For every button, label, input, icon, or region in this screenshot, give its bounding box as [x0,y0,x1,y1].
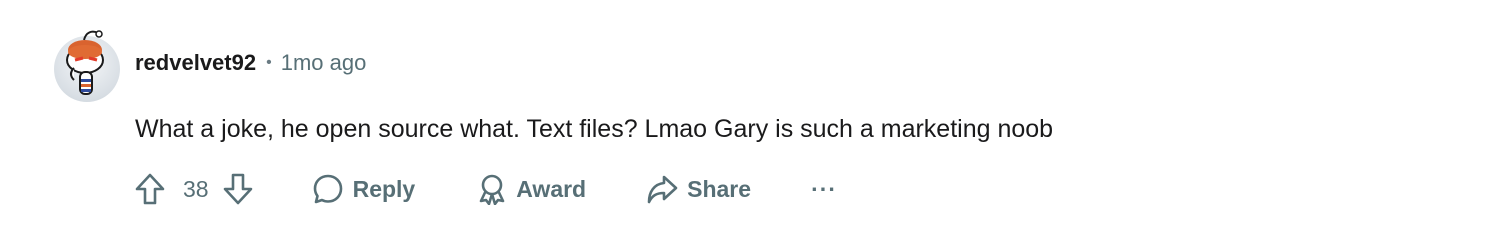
username[interactable]: redvelvet92 [135,49,256,77]
timestamp[interactable]: 1mo ago [281,49,367,77]
meta-separator: • [266,54,272,71]
arrow-up-icon[interactable] [134,172,166,206]
speech-bubble-icon [312,173,344,205]
reply-label: Reply [352,175,416,202]
comment-actions: 38 Reply Award Share ··· [134,168,845,210]
share-arrow-icon [646,173,678,205]
arrow-down-icon[interactable] [222,172,254,206]
snoo-avatar-icon [66,30,104,95]
ribbon-icon [477,173,507,205]
award-button[interactable]: Award [469,168,594,210]
comment-meta: redvelvet92 • 1mo ago [135,49,366,77]
reply-button[interactable]: Reply [304,168,424,210]
vote-group: 38 [134,172,254,206]
avatar[interactable] [54,30,120,102]
vote-count: 38 [183,175,209,202]
comment: redvelvet92 • 1mo ago What a joke, he op… [0,0,1492,244]
comment-body: What a joke, he open source what. Text f… [135,115,1054,143]
award-label: Award [516,175,587,202]
more-options-button[interactable]: ··· [803,168,845,210]
share-label: Share [687,175,752,202]
ellipsis-icon: ··· [811,175,838,202]
share-button[interactable]: Share [638,168,759,210]
